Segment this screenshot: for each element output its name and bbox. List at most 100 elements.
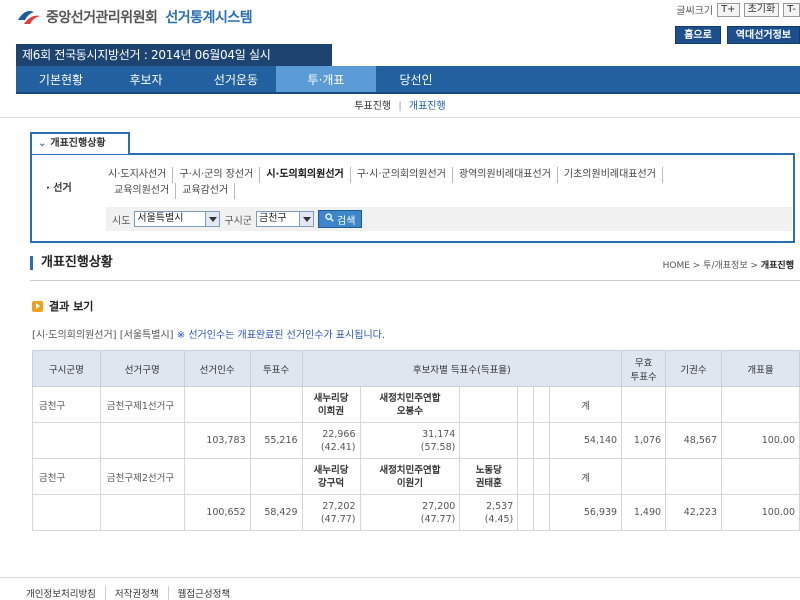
progress-cell: 100.00 (721, 494, 800, 531)
candidate-cell: 노동당 권태훈 (459, 458, 519, 495)
election-link-superintendent[interactable]: 교육감선거 (176, 183, 236, 199)
col-constituency: 선거구명 (99, 350, 185, 387)
font-reset-button[interactable]: 초기화 (743, 2, 780, 17)
arrow-right-icon (32, 300, 43, 312)
nav-item-basic[interactable]: 기본현황 (16, 66, 106, 92)
sido-select[interactable]: 서울특별시 (134, 211, 221, 227)
election-banner: 제6회 전국동시지방선거 : 2014년 06월04일 실시 (16, 44, 332, 66)
progress-cell: 100.00 (721, 422, 800, 459)
candidate-votes-cell: 22,966 (42.41) (301, 422, 361, 459)
candidate-cell: 새누리당 이희권 (301, 386, 361, 423)
gusigun-select[interactable]: 금천구 (256, 211, 315, 227)
table-header-row: 구시군명 선거구명 선거인수 투표수 후보자별 득표수(득표율) 무효 투표수 기… (32, 350, 800, 387)
dropdown-arrow-icon (299, 212, 314, 226)
footer-links: 개인정보처리방침 저작권정책 웹접근성정책 (26, 586, 239, 600)
district-cell: 금천구 (32, 458, 101, 495)
sido-value: 서울특별시 (137, 213, 184, 224)
table-row: 금천구 금천구제2선거구 새누리당 강구덕 새정치민주연합 이원기 노동당 권태훈 계 (32, 458, 800, 495)
footer-divider (0, 577, 800, 578)
constituency-cell: 금천구제2선거구 (99, 458, 185, 495)
filter-tab-label: 개표진행상황 (50, 138, 106, 149)
candidate-votes-cell: 2,537 (4.45) (459, 494, 519, 531)
electors-cell: 103,783 (183, 422, 251, 459)
sido-label: 시도 (112, 215, 131, 227)
breadcrumb: HOME > 투/개표정보 > 개표진행 (662, 261, 794, 271)
table-row: 100,652 58,429 27,202 (47.77) 27,200 (47.7… (32, 494, 800, 531)
result-heading-label: 결과 보기 (49, 300, 94, 313)
font-size-controls: 글씨크기 T+ 초기화 T- (676, 2, 800, 17)
candidate-votes-cell (459, 422, 519, 459)
quick-buttons: 홈으로 역대선거정보 (675, 26, 800, 44)
candidate-cell: 새정치민주연합 이원기 (359, 458, 461, 495)
candidate-cell: 새정치민주연합 오봉수 (359, 386, 461, 423)
main-nav: 기본현황 후보자 선거운동 투·개표 당선인 (16, 66, 800, 94)
nav-item-voting-counting[interactable]: 투·개표 (276, 66, 376, 92)
election-type-list: 시·도지사선거 구·시·군의 장선거 시·도의회의원선거 구·시·군의회의원선거 광역의… (108, 167, 728, 199)
subnav-separator: | (398, 101, 402, 112)
table-row: 금천구 금천구제1선거구 새누리당 이희권 새정치민주연합 오봉수 계 (32, 386, 800, 423)
candidate-votes-cell: 27,200 (47.77) (359, 494, 461, 531)
votes-cast-cell: 55,216 (249, 422, 303, 459)
election-link-education-council[interactable]: 교육의원선거 (108, 183, 177, 199)
total-votes-cell: 56,939 (549, 494, 623, 531)
candidate-cell (459, 386, 519, 423)
abstention-cell: 42,223 (665, 494, 722, 531)
breadcrumb-current: 개표진행 (760, 261, 794, 271)
election-section-label: · 선거 (46, 183, 72, 194)
search-button[interactable]: 검색 (318, 210, 363, 228)
candidate-cell: 새누리당 강구덕 (301, 458, 361, 495)
sub-nav: 투표진행 | 개표진행 (0, 96, 800, 118)
home-button[interactable]: 홈으로 (675, 26, 721, 44)
notice-text: ※ 선거인수는 개표완료된 선거인수가 표시됩니다. (176, 330, 386, 341)
nav-item-campaign[interactable]: 선거운동 (186, 66, 286, 92)
election-link-provincial-pr[interactable]: 광역의원비례대표선거 (453, 167, 558, 183)
filter-panel: · 선거 시·도지사선거 구·시·군의 장선거 시·도의회의원선거 구·시·군의회의원… (30, 153, 795, 243)
result-notice: [시·도의회의원선거] [서울특별시] ※ 선거인수는 개표완료된 선거인수가 … (32, 326, 385, 341)
top-header: 중앙선거관리위원회 선거통계시스템 글씨크기 T+ 초기화 T- 홈으로 역대선… (0, 0, 800, 44)
chevron-down-icon: ⌄ (38, 138, 47, 149)
gusigun-label: 구시군 (224, 215, 253, 227)
col-progress: 개표율 (721, 350, 800, 387)
breadcrumb-home[interactable]: HOME (663, 261, 690, 271)
table-row: 103,783 55,216 22,966 (42.41) 31,174 (57.5… (32, 422, 800, 459)
site-logo[interactable]: 중앙선거관리위원회 선거통계시스템 (16, 6, 253, 28)
election-link-local-pr[interactable]: 기초의원비례대표선거 (558, 167, 663, 183)
org-name: 중앙선거관리위원회 (46, 10, 158, 26)
candidate-votes-cell: 31,174 (57.58) (359, 422, 461, 459)
col-abstention: 기권수 (665, 350, 722, 387)
title-divider (30, 280, 800, 281)
electors-cell: 100,652 (183, 494, 251, 531)
footer-copyright-link[interactable]: 저작권정책 (104, 586, 168, 600)
page-title: 개표진행상황 (30, 256, 113, 270)
breadcrumb-level1[interactable]: 투/개표정보 (703, 261, 747, 271)
district-cell: 금천구 (32, 386, 101, 423)
col-votes-cast: 투표수 (249, 350, 303, 387)
results-table: 구시군명 선거구명 선거인수 투표수 후보자별 득표수(득표율) 무효 투표수 기… (32, 350, 800, 531)
candidate-votes-cell: 27,202 (47.77) (301, 494, 361, 531)
election-link-provincial-council[interactable]: 시·도의회의원선거 (260, 167, 351, 183)
filter-tab[interactable]: ⌄ 개표진행상황 (30, 132, 130, 154)
system-name: 선거통계시스템 (165, 10, 253, 26)
nav-item-candidates[interactable]: 후보자 (96, 66, 196, 92)
election-link-local-council[interactable]: 구·시·군의회의원선거 (351, 167, 453, 183)
region-filter-row: 시도 서울특별시 구시군 금천구 검색 (106, 207, 792, 231)
footer-accessibility-link[interactable]: 웹접근성정책 (167, 586, 239, 600)
nav-item-elected[interactable]: 당선인 (366, 66, 466, 92)
result-heading: 결과 보기 (32, 298, 93, 314)
constituency-cell: 금천구제1선거구 (99, 386, 185, 423)
footer-privacy-link[interactable]: 개인정보처리방침 (26, 586, 105, 600)
dropdown-arrow-icon (205, 212, 220, 226)
subnav-counting[interactable]: 개표진행 (409, 101, 446, 112)
invalid-cell: 1,076 (621, 422, 667, 459)
font-increase-button[interactable]: T+ (717, 2, 740, 17)
search-button-label: 검색 (337, 215, 356, 227)
search-icon (325, 213, 334, 225)
subnav-voting[interactable]: 투표진행 (354, 101, 391, 112)
election-link-mayor[interactable]: 구·시·군의 장선거 (173, 167, 261, 183)
election-link-governor[interactable]: 시·도지사선거 (108, 167, 174, 183)
col-district: 구시군명 (32, 350, 101, 387)
font-decrease-button[interactable]: T- (783, 2, 800, 17)
past-election-button[interactable]: 역대선거정보 (726, 26, 800, 44)
col-candidates: 후보자별 득표수(득표율) (301, 350, 623, 387)
invalid-cell: 1,490 (621, 494, 667, 531)
